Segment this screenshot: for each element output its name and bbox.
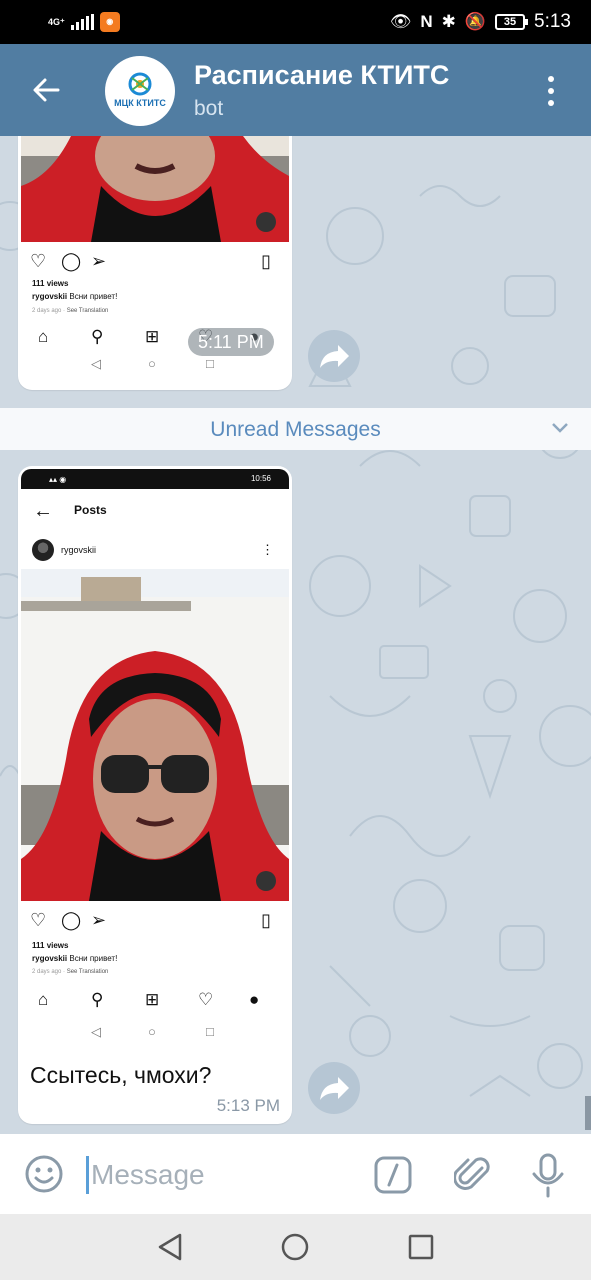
add-post-icon: ⊞ xyxy=(145,327,160,346)
comment-icon: ◯ xyxy=(61,251,82,271)
post-views: 111 views xyxy=(32,941,69,950)
nav-home-icon: ○ xyxy=(148,1024,156,1039)
home-icon: ⌂ xyxy=(38,327,49,346)
forward-button[interactable] xyxy=(308,330,360,382)
signal-icon xyxy=(70,14,94,30)
microphone-icon[interactable] xyxy=(530,1152,566,1198)
instagram-topbar: ← Posts xyxy=(21,489,289,533)
screenshot-status-bar: ▴▴ ◉ 10:56 xyxy=(21,469,289,489)
caption-user: rygovskii xyxy=(32,954,68,963)
eye-icon: 👁 xyxy=(389,12,412,31)
post-actions: ♡ ◯ ➢ ▯ xyxy=(21,909,289,935)
message-composer xyxy=(0,1134,591,1214)
network-type: 4G⁺ xyxy=(48,16,65,27)
bot-commands-icon[interactable] xyxy=(374,1156,412,1194)
app-notification-icon: ◉ xyxy=(99,12,120,32)
nav-recent-icon[interactable] xyxy=(408,1234,434,1260)
chevron-down-icon[interactable] xyxy=(551,422,569,434)
message-time: 5:11 PM xyxy=(188,328,274,356)
add-post-icon: ⊞ xyxy=(145,990,160,1009)
share-icon: ➢ xyxy=(91,251,107,271)
battery-icon: 35 xyxy=(495,14,529,30)
more-vertical-icon: ⋮ xyxy=(261,542,274,557)
post-username: rygovskii xyxy=(61,545,97,555)
post-actions: ♡ ◯ ➢ ▯ xyxy=(21,250,289,276)
instagram-nav: ⌂ ⚲ ⊞ ♡ ● xyxy=(21,987,289,1017)
status-clock: 5:13 xyxy=(534,11,571,32)
system-nav-bar xyxy=(0,1214,591,1280)
see-translation: See Translation xyxy=(66,308,109,314)
post-views: 111 views xyxy=(32,279,69,288)
android-nav-mini: ◁ ○ □ xyxy=(21,354,289,376)
unread-label: Unread Messages xyxy=(210,418,381,441)
user-avatar xyxy=(32,539,54,561)
nfc-icon: N xyxy=(420,12,433,31)
message-time: 5:13 PM xyxy=(216,1096,280,1115)
nav-home-icon[interactable] xyxy=(281,1233,309,1261)
chat-subtitle: bot xyxy=(194,97,224,120)
post-meta: 2 days ago · See Translation xyxy=(32,308,108,314)
status-bar: 4G⁺ ◉ 👁 N ✱ 🔕 35 5:13 xyxy=(0,0,591,44)
bookmark-icon: ▯ xyxy=(261,910,271,930)
comment-icon: ◯ xyxy=(61,910,82,930)
photo-image xyxy=(21,569,289,901)
more-menu-icon[interactable] xyxy=(541,76,561,106)
instagram-screenshot[interactable]: ▴▴ ◉ 10:56 ← Posts rygovskii ⋮ ♡ ◯ ➢ ▯ 1… xyxy=(21,469,289,1049)
chat-header: МЦК КТИТС Расписание КТИТС bot xyxy=(0,44,591,136)
avatar-label: МЦК КТИТС xyxy=(114,98,166,108)
mute-bell-icon: 🔕 xyxy=(464,12,487,31)
posts-title: Posts xyxy=(74,503,107,517)
post-caption: rygovskii Всни привет! xyxy=(32,954,117,963)
nav-home-icon: ○ xyxy=(148,356,156,371)
search-icon: ⚲ xyxy=(91,327,104,346)
bookmark-icon: ▯ xyxy=(261,251,271,271)
like-icon: ♡ xyxy=(30,910,47,930)
activity-icon: ♡ xyxy=(198,990,214,1009)
ktits-logo-icon xyxy=(128,72,152,96)
post-age: 2 days ago · xyxy=(32,308,67,314)
caption-text: Всни привет! xyxy=(69,292,118,301)
screenshot-time: 10:56 xyxy=(250,474,271,483)
profile-icon: ● xyxy=(249,990,260,1009)
message-bubble[interactable]: ♡ ◯ ➢ ▯ 111 views rygovskii Всни привет!… xyxy=(18,136,292,390)
forward-icon xyxy=(320,345,349,368)
message-input[interactable] xyxy=(91,1154,351,1196)
nav-recent-icon: □ xyxy=(206,356,214,371)
text-cursor xyxy=(86,1156,89,1194)
post-caption: rygovskii Всни привет! xyxy=(32,292,117,301)
like-icon: ♡ xyxy=(30,251,47,271)
forward-icon xyxy=(320,1077,349,1100)
chat-title[interactable]: Расписание КТИТС xyxy=(194,60,449,91)
nav-recent-icon: □ xyxy=(206,1024,214,1039)
bot-avatar[interactable]: МЦК КТИТС xyxy=(105,56,175,126)
bluetooth-icon: ✱ xyxy=(441,12,456,31)
search-icon: ⚲ xyxy=(91,990,104,1009)
nav-back-icon: ◁ xyxy=(91,356,101,371)
emoji-icon[interactable] xyxy=(24,1154,64,1194)
home-icon: ⌂ xyxy=(38,990,49,1009)
share-icon: ➢ xyxy=(91,910,107,930)
message-bubble[interactable]: ▴▴ ◉ 10:56 ← Posts rygovskii ⋮ ♡ ◯ ➢ ▯ 1… xyxy=(18,466,292,1124)
photo-image xyxy=(21,136,289,242)
nav-back-icon: ◁ xyxy=(91,1024,101,1039)
unread-divider: Unread Messages xyxy=(0,408,591,450)
post-header: rygovskii ⋮ xyxy=(21,535,289,565)
caption-user: rygovskii xyxy=(32,292,68,301)
caption-text: Всни привет! xyxy=(69,954,118,963)
post-age: 2 days ago · xyxy=(32,969,67,975)
attach-icon[interactable] xyxy=(454,1154,492,1196)
forward-button[interactable] xyxy=(308,1062,360,1114)
message-text: Ссытесь, чмохи? xyxy=(30,1062,212,1088)
see-translation: See Translation xyxy=(66,969,109,975)
scrollbar[interactable] xyxy=(585,1096,591,1130)
back-icon: ← xyxy=(33,500,53,522)
back-arrow-icon[interactable] xyxy=(30,74,62,106)
nav-back-icon[interactable] xyxy=(156,1232,184,1262)
chat-area[interactable]: ♡ ◯ ➢ ▯ 111 views rygovskii Всни привет!… xyxy=(0,136,591,1134)
post-meta: 2 days ago · See Translation xyxy=(32,969,108,975)
android-nav-mini: ◁ ○ □ xyxy=(21,1022,289,1044)
